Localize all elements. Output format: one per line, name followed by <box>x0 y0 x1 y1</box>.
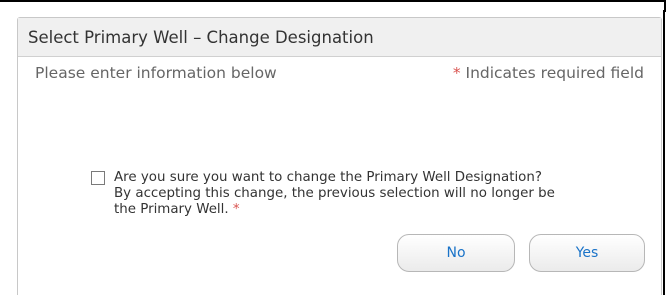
dialog-title: Select Primary Well – Change Designation <box>28 27 374 47</box>
confirm-section: Are you sure you want to change the Prim… <box>91 170 564 218</box>
confirm-line-3-text: the Primary Well. <box>114 202 229 217</box>
no-button[interactable]: No <box>397 234 515 272</box>
dialog-titlebar: Select Primary Well – Change Designation <box>18 18 661 57</box>
confirm-text: Are you sure you want to change the Prim… <box>114 170 564 218</box>
confirm-required-asterisk: * <box>232 202 240 217</box>
required-field-note: * Indicates required field <box>453 64 644 82</box>
confirm-line-3: the Primary Well. * <box>114 202 564 218</box>
window-frame-edge <box>663 10 665 295</box>
confirm-checkbox[interactable] <box>91 171 105 185</box>
required-note-text: Indicates required field <box>465 64 645 82</box>
required-asterisk: * <box>452 64 461 82</box>
instruction-text: Please enter information below <box>35 64 277 82</box>
yes-button[interactable]: Yes <box>529 234 645 272</box>
confirm-line-2: By accepting this change, the previous s… <box>114 186 555 201</box>
window-frame <box>0 0 666 12</box>
confirm-line-1: Are you sure you want to change the Prim… <box>114 170 542 185</box>
info-row: Please enter information below * Indicat… <box>35 64 644 82</box>
